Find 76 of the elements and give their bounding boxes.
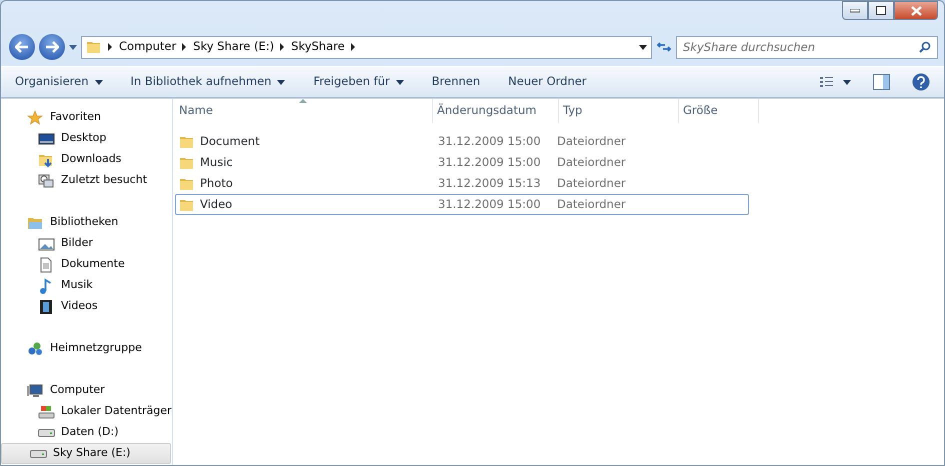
arrow-left-icon xyxy=(15,41,29,53)
forward-button[interactable] xyxy=(39,34,65,60)
address-bar[interactable]: Computer Sky Share (E:) SkyShare xyxy=(81,36,652,58)
star-icon xyxy=(27,110,44,126)
toolbar-button[interactable]: In Bibliothek aufnehmen xyxy=(130,73,286,91)
file-name: Photo xyxy=(200,174,233,192)
date-cell-text: 31.12.2009 15:00 xyxy=(437,196,542,213)
breadcrumb-item[interactable]: Sky Share (E:) xyxy=(193,38,274,56)
file-row[interactable]: Music 31.12.2009 15:00 Dateiordner xyxy=(175,152,749,173)
chevron-icon xyxy=(182,43,188,51)
sidebar-item[interactable]: Bilder xyxy=(1,233,172,254)
date-cell-text: 31.12.2009 15:13 xyxy=(437,174,542,192)
type-cell-text: Dateiordner xyxy=(557,196,627,213)
maximize-button[interactable] xyxy=(868,1,894,20)
dropdown-arrow-icon xyxy=(639,44,647,50)
monitor-icon xyxy=(38,130,55,146)
sidebar-item[interactable]: Desktop xyxy=(1,128,172,149)
minimize-button[interactable] xyxy=(842,1,868,20)
toolbar-button[interactable]: Neuer Ordner xyxy=(508,73,587,91)
type-cell-text: Dateiordner xyxy=(557,154,627,171)
computer-icon xyxy=(27,382,44,398)
file-name: Video xyxy=(200,196,232,213)
sidebar-item[interactable]: Favoriten xyxy=(1,107,172,128)
sidebar-item[interactable]: Daten (D:) xyxy=(1,422,172,443)
type-cell-text: Dateiordner xyxy=(557,174,627,192)
preview-pane-icon[interactable] xyxy=(873,74,890,90)
sidebar-item[interactable]: Sky Share (E:) xyxy=(1,443,171,464)
date-cell-text: 31.12.2009 15:00 xyxy=(437,154,542,171)
toolbar-button[interactable]: Freigeben für xyxy=(313,73,404,91)
back-button[interactable] xyxy=(9,34,35,60)
drive-icon xyxy=(38,428,55,436)
column-header[interactable]: Änderungsdatum xyxy=(433,99,559,123)
file-name: Document xyxy=(200,132,260,150)
refresh-icon[interactable] xyxy=(656,40,672,54)
close-button[interactable] xyxy=(894,1,938,20)
breadcrumb-item[interactable]: Computer xyxy=(119,38,176,56)
chevron-icon xyxy=(280,43,286,51)
caret-icon[interactable] xyxy=(69,44,77,50)
arrow-right-icon xyxy=(45,41,59,53)
sidebar-item[interactable]: Computer xyxy=(1,380,172,401)
search-field[interactable]: SkyShare durchsuchen xyxy=(676,36,938,58)
file-row[interactable]: Photo 31.12.2009 15:13 Dateiordner xyxy=(175,173,749,194)
maximize-icon xyxy=(876,6,886,15)
chevron-icon xyxy=(350,43,356,51)
file-name: Music xyxy=(200,154,233,171)
sidebar-item[interactable]: Lokaler Datenträger xyxy=(1,401,172,422)
image-icon xyxy=(38,236,55,252)
toolbar-button[interactable]: Brennen xyxy=(432,73,480,91)
file-row[interactable]: Document 31.12.2009 15:00 Dateiordner xyxy=(175,131,749,152)
sidebar-item[interactable]: Zuletzt besucht xyxy=(1,170,172,191)
sidebar-item[interactable]: Videos xyxy=(1,296,172,317)
caret-icon xyxy=(843,80,851,84)
chevron-icon xyxy=(108,43,113,51)
film-icon xyxy=(38,298,55,314)
type-cell-text: Dateiordner xyxy=(557,132,627,150)
folder-icon xyxy=(86,39,102,55)
sidebar-item[interactable]: Heimnetzgruppe xyxy=(1,338,172,359)
column-header[interactable]: Größe xyxy=(679,99,759,123)
close-icon xyxy=(910,6,922,16)
sidebar-item[interactable]: Musik xyxy=(1,275,172,296)
file-row[interactable]: Video 31.12.2009 15:00 Dateiordner xyxy=(175,194,749,215)
drive-icon xyxy=(38,404,55,420)
sidebar-item[interactable]: Bibliotheken xyxy=(1,212,172,233)
sidebar-item[interactable]: Dokumente xyxy=(1,254,172,275)
date-cell-text: 31.12.2009 15:00 xyxy=(437,132,542,150)
minimize-icon xyxy=(850,8,860,12)
toolbar-button[interactable]: Organisieren xyxy=(15,73,103,91)
sidebar-item[interactable]: Downloads xyxy=(1,149,172,170)
help-icon[interactable] xyxy=(912,73,930,91)
breadcrumb-item[interactable]: SkyShare xyxy=(291,38,345,56)
recent-places-icon xyxy=(38,172,55,188)
view-list-icon[interactable] xyxy=(820,76,833,88)
search-icon xyxy=(919,40,931,52)
network-icon xyxy=(27,340,44,356)
drive-icon xyxy=(30,450,47,458)
column-header[interactable]: Typ xyxy=(559,99,679,123)
